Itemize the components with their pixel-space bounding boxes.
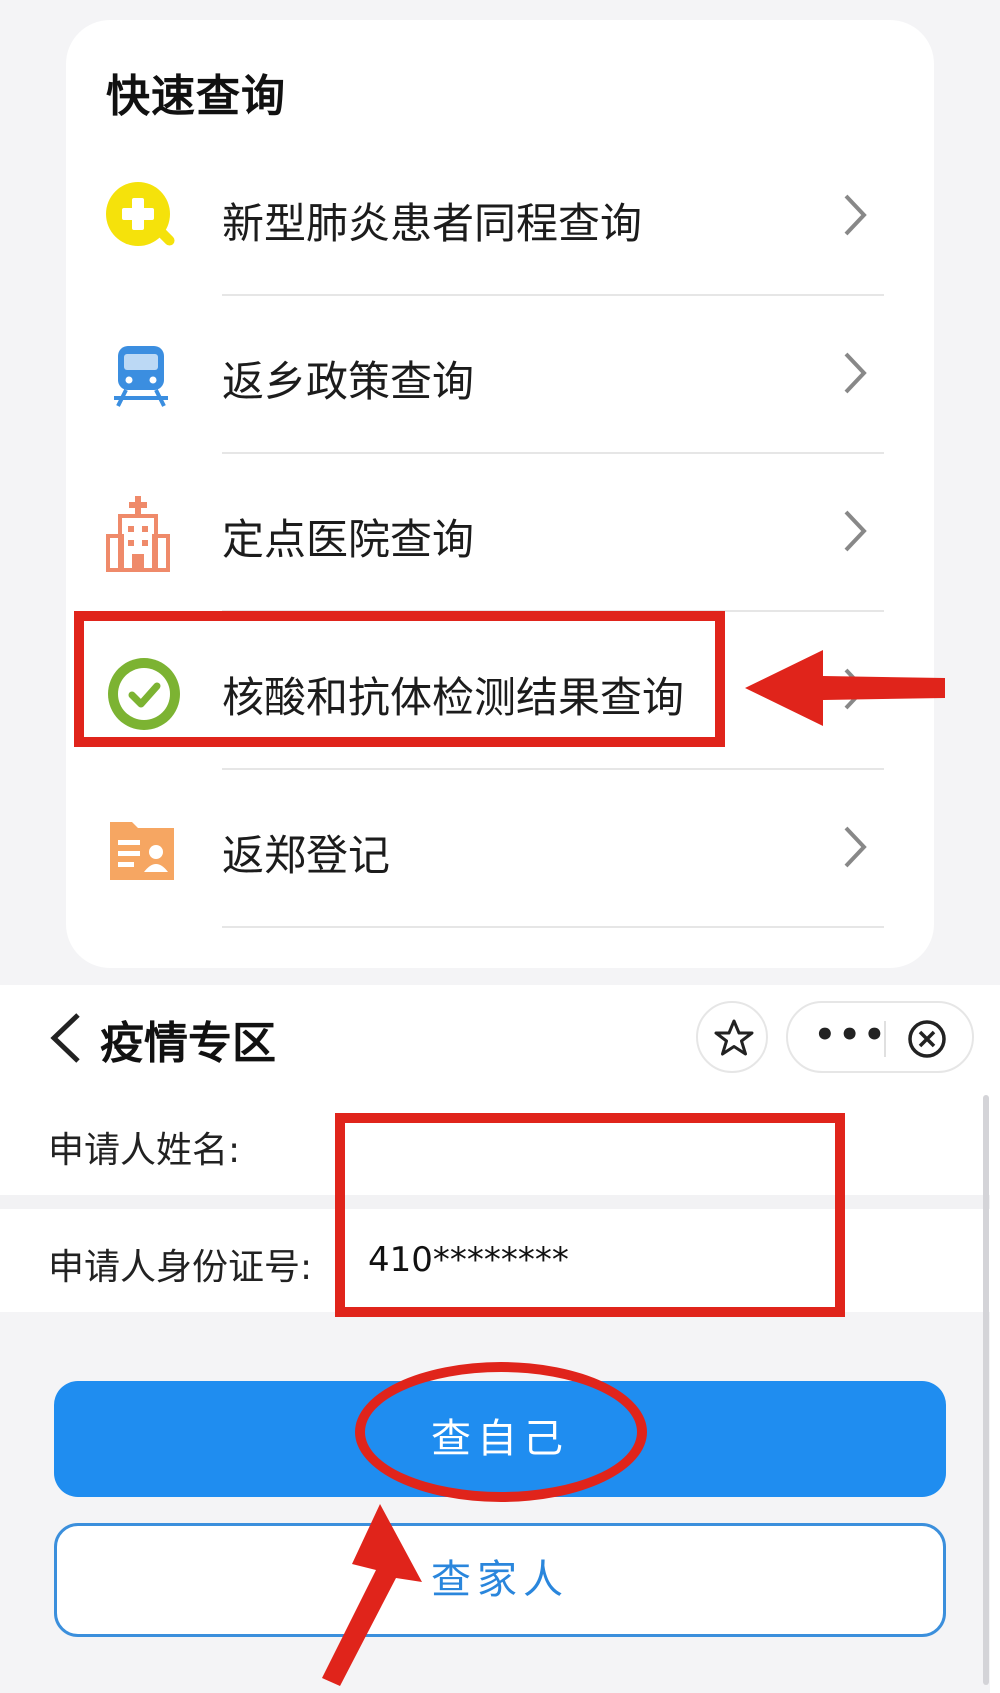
quick-query-title: 快速查询	[106, 71, 286, 122]
query-item-return-registration[interactable]: 返郑登记	[66, 770, 934, 928]
query-item-patient-trip[interactable]: 新型肺炎患者同程查询	[66, 138, 934, 296]
query-item-designated-hospital[interactable]: 定点医院查询	[66, 454, 934, 612]
favorite-button[interactable]	[696, 1001, 768, 1073]
annotation-arrow-left-icon	[745, 650, 945, 726]
chevron-right-icon	[840, 824, 870, 870]
annotation-arrow-up-icon	[322, 1504, 422, 1686]
train-icon	[104, 338, 180, 414]
more-dots-icon[interactable]: •••	[814, 1018, 888, 1052]
chevron-right-icon	[840, 192, 870, 238]
query-item-label: 返郑登记	[222, 831, 391, 880]
star-icon	[714, 1019, 754, 1056]
query-item-return-policy[interactable]: 返乡政策查询	[66, 296, 934, 454]
annotation-highlight-box	[335, 1113, 845, 1317]
chevron-right-icon	[840, 508, 870, 554]
chevron-right-icon	[840, 350, 870, 396]
mini-program-capsule: •••	[786, 1001, 974, 1073]
query-item-label: 定点医院查询	[222, 515, 475, 564]
magnifier-plus-icon	[104, 180, 180, 256]
annotation-highlight-ellipse	[355, 1362, 647, 1502]
capsule-divider	[884, 1021, 886, 1057]
annotation-highlight-box	[74, 611, 725, 747]
divider	[222, 926, 884, 928]
query-item-label: 返乡政策查询	[222, 357, 475, 406]
id-card-icon	[104, 812, 180, 888]
page-title: 疫情专区	[100, 1018, 276, 1069]
applicant-name-label: 申请人姓名:	[48, 1130, 241, 1171]
close-circle-icon[interactable]	[906, 1018, 948, 1060]
applicant-id-label: 申请人身份证号:	[48, 1247, 313, 1288]
query-item-label: 新型肺炎患者同程查询	[222, 199, 643, 248]
hospital-icon	[104, 496, 180, 572]
back-arrow-icon[interactable]	[48, 1011, 84, 1065]
query-family-button[interactable]: 查家人	[54, 1523, 946, 1637]
scrollbar[interactable]	[983, 1095, 989, 1685]
